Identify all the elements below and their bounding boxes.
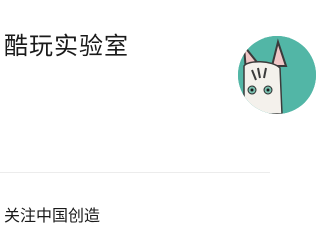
section-divider	[0, 172, 270, 173]
avatar[interactable]	[238, 36, 316, 114]
profile-title: 酷玩实验室	[4, 32, 129, 60]
profile-header: 酷玩实验室	[0, 0, 316, 172]
profile-tagline: 关注中国创造	[4, 206, 101, 225]
cat-avatar-icon	[238, 36, 316, 114]
